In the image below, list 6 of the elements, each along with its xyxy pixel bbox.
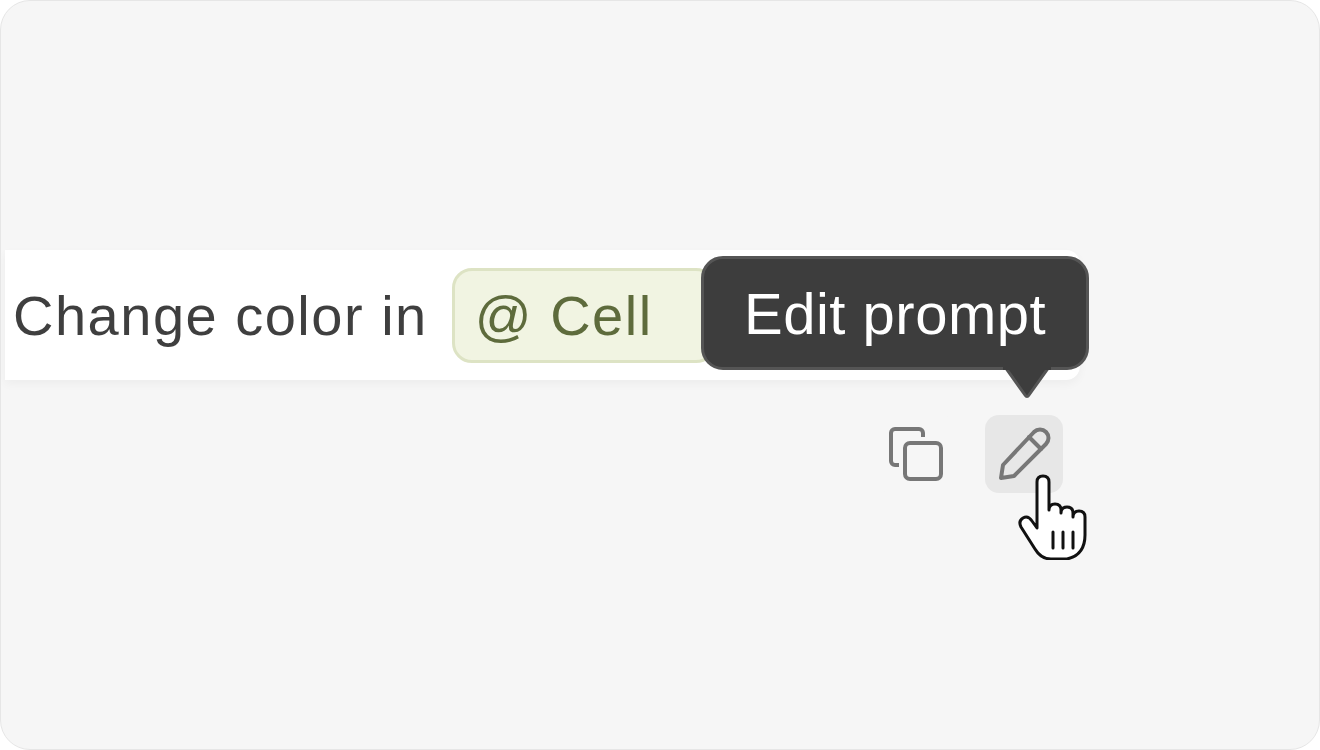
- tooltip: Edit prompt: [701, 256, 1090, 370]
- edit-button[interactable]: [985, 415, 1063, 493]
- pencil-icon: [996, 426, 1052, 482]
- tooltip-arrow: [1003, 367, 1051, 399]
- copy-icon: [887, 425, 945, 483]
- prompt-text: Change color in: [13, 282, 428, 348]
